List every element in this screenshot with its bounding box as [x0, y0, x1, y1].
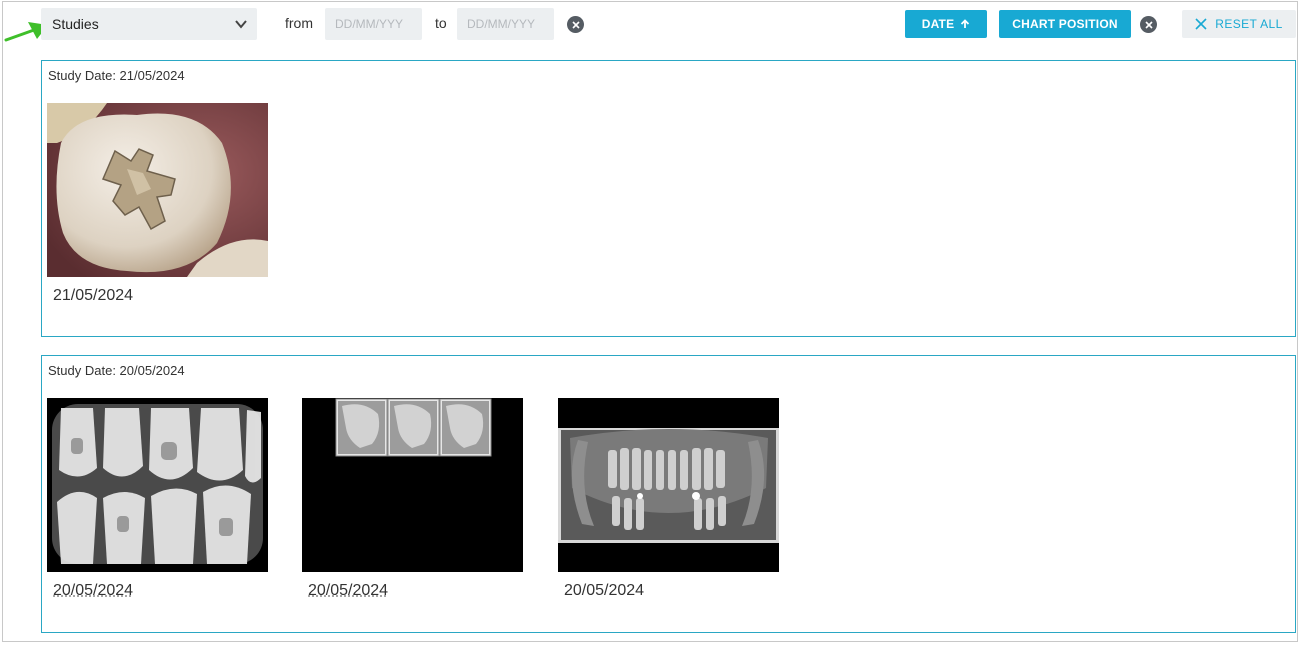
panoramic-xray-image [558, 398, 779, 572]
study-group: Study Date: 21/05/2024 21/05/2024 [41, 60, 1296, 337]
to-date-input[interactable] [457, 8, 554, 40]
view-select[interactable]: Studies [41, 8, 257, 40]
study-group-title: Study Date: 20/05/2024 [48, 363, 185, 378]
from-date-input[interactable] [325, 8, 422, 40]
thumbnail-date: 20/05/2024 [308, 582, 389, 599]
view-select-value: Studies [52, 16, 99, 32]
close-icon [1144, 20, 1153, 29]
thumbnail-date: 20/05/2024 [53, 582, 134, 599]
intraoral-photo-image [47, 103, 268, 277]
study-thumbnail-cephalometric-xray-series[interactable] [302, 398, 523, 572]
close-icon [1195, 18, 1207, 30]
to-label: to [435, 15, 447, 31]
thumbnail-date: 20/05/2024 [564, 582, 645, 599]
chevron-down-icon [235, 20, 247, 29]
bitewing-xray-image [47, 398, 268, 572]
thumbnail-date: 21/05/2024 [53, 287, 134, 304]
reset-all-label: RESET ALL [1215, 17, 1283, 31]
chart-position-button[interactable]: CHART POSITION [999, 10, 1131, 38]
study-group: Study Date: 20/05/2024 20/05/2024 20/05/… [41, 355, 1296, 633]
reset-all-button[interactable]: RESET ALL [1182, 10, 1296, 38]
arrow-up-icon [961, 19, 970, 28]
close-icon [571, 20, 580, 29]
clear-chart-position-button[interactable] [1140, 16, 1157, 33]
study-thumbnail-bitewing-xray[interactable] [47, 398, 268, 572]
cephalometric-xray-image [302, 398, 523, 572]
study-thumbnail-intraoral-photo[interactable] [47, 103, 268, 277]
clear-dates-button[interactable] [567, 16, 584, 33]
from-label: from [285, 15, 313, 31]
study-group-title: Study Date: 21/05/2024 [48, 68, 185, 83]
sort-date-label: DATE [921, 17, 955, 31]
sort-date-button[interactable]: DATE [905, 10, 987, 38]
chart-position-label: CHART POSITION [1012, 17, 1118, 31]
study-thumbnail-panoramic-xray[interactable] [558, 398, 779, 572]
